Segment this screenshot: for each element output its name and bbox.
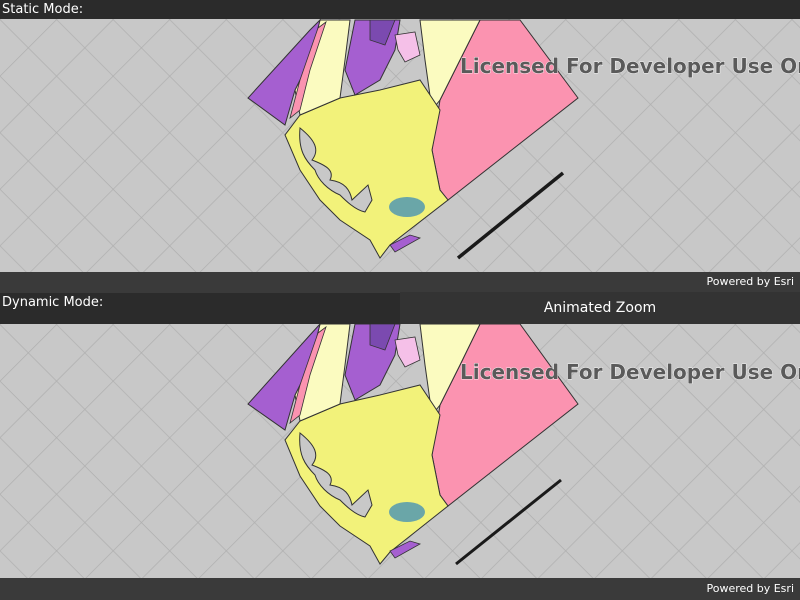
static-map-view[interactable]: Licensed For Developer Use Only [0,19,800,272]
developer-watermark: Licensed For Developer Use Only [460,360,800,384]
esri-attribution[interactable]: Powered by Esri [706,582,794,595]
dynamic-map-view[interactable]: Licensed For Developer Use Only [0,324,800,578]
dynamic-mode-label: Dynamic Mode: [0,293,400,324]
esri-attribution[interactable]: Powered by Esri [706,275,794,288]
water-body [389,197,425,217]
dynamic-attribution-bar: Powered by Esri [0,578,800,600]
water-body [389,502,425,522]
static-attribution-bar: Powered by Esri [0,272,800,293]
static-mode-label: Static Mode: [0,0,800,19]
animated-zoom-button[interactable]: Animated Zoom [400,292,800,324]
developer-watermark: Licensed For Developer Use Only [460,54,800,78]
